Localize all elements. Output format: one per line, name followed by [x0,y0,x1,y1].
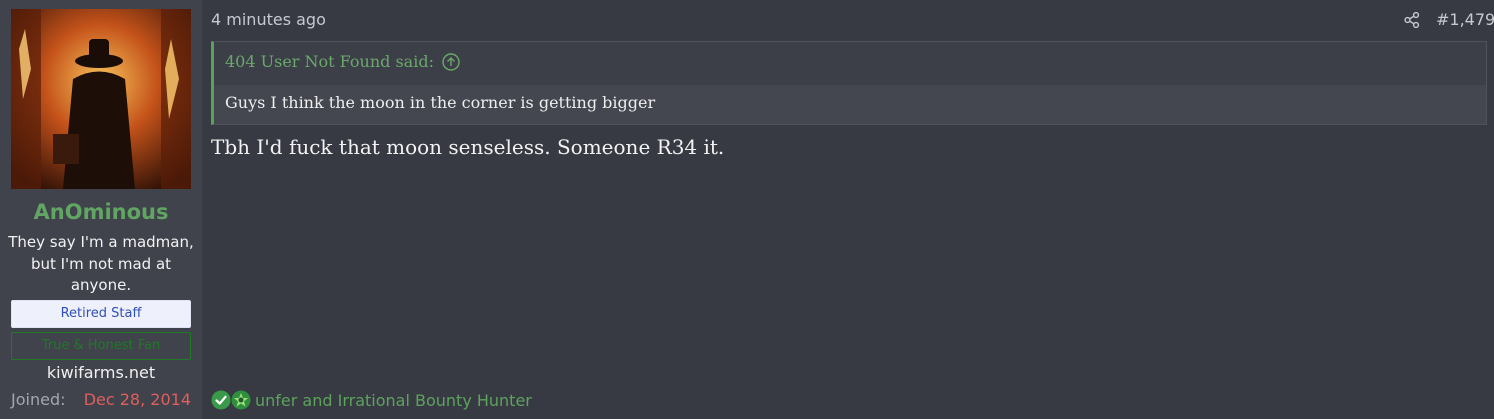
post-timestamp[interactable]: 4 minutes ago [211,10,326,29]
user-title: They say I'm a madman, but I'm not mad a… [8,233,194,294]
quote-text: Guys I think the moon in the corner is g… [225,93,656,112]
banner-retired-staff: Retired Staff [11,300,191,328]
avatar-image [11,9,191,189]
avatar[interactable] [11,9,191,189]
reaction-users-link[interactable]: unfer and Irrational Bounty Hunter [255,391,532,410]
quote-attribution[interactable]: 404 User Not Found said: [225,52,460,71]
user-sidebar: AnOminous They say I'm a madman, but I'm… [0,0,202,419]
banner-true-honest-fan: True & Honest Fan [11,332,191,360]
quote-body: Guys I think the moon in the corner is g… [214,85,1486,124]
joined-date: Dec 28, 2014 [83,390,191,409]
arrow-up-circle-icon[interactable] [442,52,460,71]
post-number-link[interactable]: #1,479 [1436,10,1494,29]
winner-reaction-icon [231,390,251,410]
username[interactable]: AnOminous [0,200,202,224]
joined-label: Joined: [11,390,66,409]
checkmark-reaction-icon [211,390,231,410]
quote-block: 404 User Not Found said: Guys I think th… [211,41,1487,125]
reactions-bar[interactable]: unfer and Irrational Bounty Hunter [211,390,532,410]
site-label: kiwifarms.net [46,363,156,382]
post-body: Tbh I'd fuck that moon senseless. Someon… [211,135,725,159]
share-icon[interactable] [1403,11,1421,29]
quote-author-line[interactable]: 404 User Not Found said: [225,52,434,71]
